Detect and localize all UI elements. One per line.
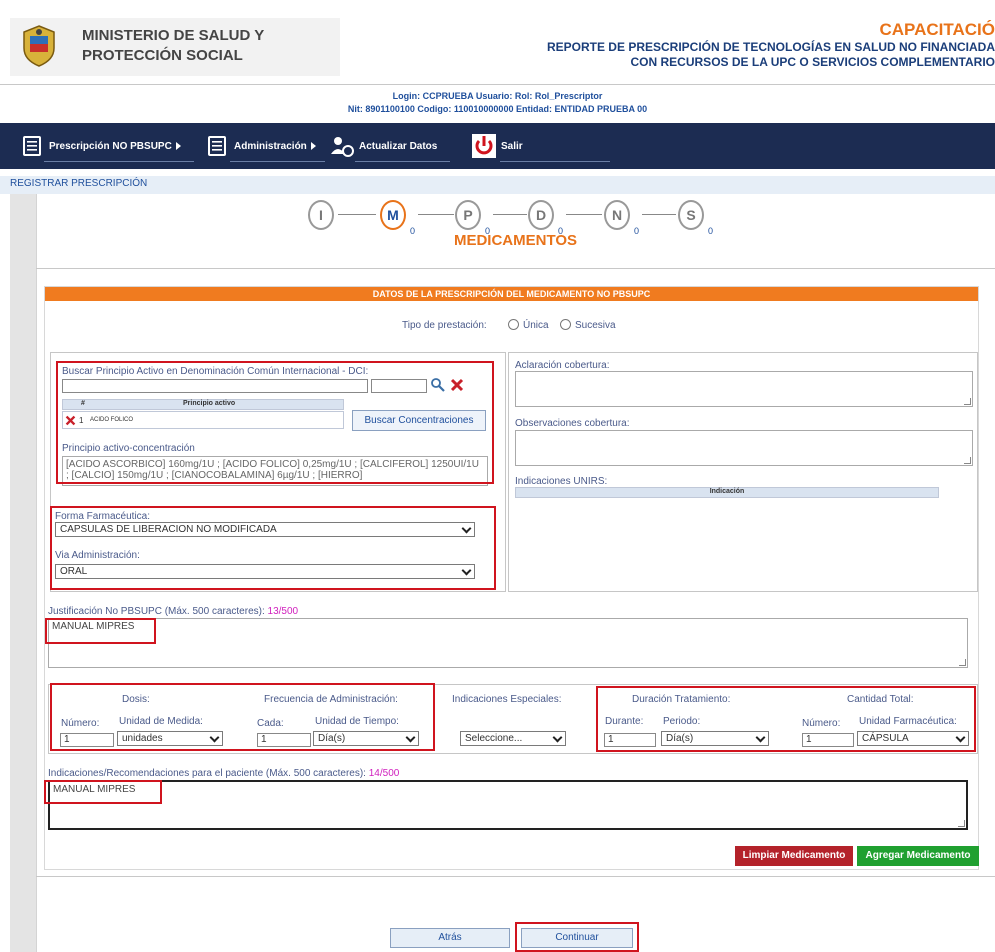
nav-actualizar-label: Actualizar Datos [359, 140, 438, 152]
report-line1: REPORTE DE PRESCRIPCIÓN DE TECNOLOGÍAS E… [546, 40, 995, 54]
nav-administracion[interactable]: Administración [205, 123, 316, 169]
steps-divider [36, 268, 995, 269]
footer-divider [36, 876, 995, 877]
document-icon [23, 136, 41, 156]
step-m-letter: M [387, 207, 399, 223]
aclaracion-label: Aclaración cobertura: [515, 360, 610, 371]
resize-handle[interactable] [964, 398, 971, 405]
justificacion-label-text: Justificación No PBSUPC (Máx. 500 caract… [48, 606, 265, 617]
radio-unica[interactable] [508, 319, 519, 330]
ministry-line1: MINISTERIO DE SALUD Y [82, 27, 265, 44]
form-bar-title: DATOS DE LA PRESCRIPCIÓN DEL MEDICAMENTO… [45, 287, 978, 301]
highlight-duracion-cantidad [596, 686, 976, 752]
nav-prescripcion-label: Prescripción NO PBSUPC [49, 140, 172, 152]
login-line1: Login: CCPRUEBA Usuario: Rol: Rol_Prescr… [392, 91, 603, 101]
chevron-down-icon [552, 732, 563, 743]
justificacion-count: 13/500 [267, 606, 299, 617]
login-info: Login: CCPRUEBA Usuario: Rol: Rol_Prescr… [0, 90, 995, 116]
indicaciones-unirs-label: Indicaciones UNIRS: [515, 476, 608, 487]
nav-underline [500, 161, 610, 162]
main-navbar: Prescripción NO PBSUPC Administración Ac… [0, 123, 995, 169]
nav-underline [355, 161, 450, 162]
nav-arrow-icon [175, 142, 181, 150]
radio-unica-label: Única [523, 320, 549, 331]
step-connector [418, 214, 454, 215]
highlight-forma-via [50, 506, 496, 590]
justificacion-label: Justificación No PBSUPC (Máx. 500 caract… [48, 606, 298, 617]
step-s[interactable]: S [678, 200, 704, 230]
step-s-letter: S [686, 207, 696, 223]
coat-of-arms-icon [23, 25, 55, 67]
step-title: MEDICAMENTOS [453, 232, 578, 249]
recomendaciones-textarea[interactable]: MANUAL MIPRES [48, 780, 968, 830]
step-i-letter: I [319, 207, 323, 223]
aclaracion-textarea[interactable] [515, 371, 973, 407]
observaciones-label: Observaciones cobertura: [515, 418, 630, 429]
resize-handle[interactable] [959, 659, 966, 666]
report-title: REPORTE DE PRESCRIPCIÓN DE TECNOLOGÍAS E… [435, 40, 995, 70]
nav-prescripcion[interactable]: Prescripción NO PBSUPC [20, 123, 181, 169]
indic-esp-title: Indicaciones Especiales: [452, 694, 562, 705]
step-n[interactable]: N [604, 200, 630, 230]
highlight-dosis-frecuencia [50, 683, 435, 751]
ministry-line2: PROTECCIÓN SOCIAL [82, 47, 243, 64]
unirs-table-header: Indicación [515, 487, 939, 498]
nav-salir-label: Salir [501, 140, 523, 152]
header-divider [0, 84, 995, 85]
justificacion-textarea[interactable]: MANUAL MIPRES [48, 618, 968, 668]
ministry-name: MINISTERIO DE SALUD Y PROTECCIÓN SOCIAL [82, 26, 264, 66]
step-connector [493, 214, 527, 215]
radio-sucesiva-label: Sucesiva [575, 320, 616, 331]
step-n-letter: N [611, 207, 623, 223]
indic-esp-select[interactable]: Seleccione... [460, 731, 566, 746]
recomendaciones-label-text: Indicaciones/Recomendaciones para el pac… [48, 768, 366, 779]
nav-salir[interactable]: Salir [472, 123, 523, 169]
user-refresh-icon [331, 137, 354, 157]
left-gutter [10, 194, 36, 952]
capacitacion-title: CAPACITACIÓ [879, 20, 995, 39]
nav-underline [44, 161, 194, 162]
limpiar-medicamento-button[interactable]: Limpiar Medicamento [735, 846, 853, 866]
report-line2: CON RECURSOS DE LA UPC O SERVICIOS COMPL… [630, 55, 995, 69]
nav-actualizar-datos[interactable]: Actualizar Datos [330, 123, 437, 169]
step-connector [338, 214, 376, 215]
highlight-justificacion [45, 618, 156, 644]
step-connector [642, 214, 676, 215]
nav-underline [230, 161, 325, 162]
step-m[interactable]: M [380, 200, 406, 230]
highlight-continuar [515, 922, 639, 952]
tipo-prestacion-label: Tipo de prestación: [402, 320, 487, 331]
step-p-letter: P [463, 207, 473, 223]
step-d[interactable]: D [528, 200, 554, 230]
nav-arrow-icon [310, 142, 316, 150]
radio-sucesiva[interactable] [560, 319, 571, 330]
step-d-letter: D [535, 207, 547, 223]
indicacion-col-header: Indicación [709, 488, 745, 495]
agregar-medicamento-button[interactable]: Agregar Medicamento [857, 846, 979, 866]
observaciones-textarea[interactable] [515, 430, 973, 466]
login-line2: Nit: 8901100100 Codigo: 110010000000 Ent… [347, 104, 648, 114]
step-i[interactable]: I [308, 200, 334, 230]
document-icon [208, 136, 226, 156]
power-icon [472, 134, 496, 158]
step-p[interactable]: P [455, 200, 481, 230]
highlight-recomendaciones [44, 780, 162, 804]
resize-handle[interactable] [958, 820, 965, 827]
resize-handle[interactable] [964, 457, 971, 464]
highlight-buscar [56, 361, 494, 484]
recomendaciones-label: Indicaciones/Recomendaciones para el pac… [48, 768, 399, 779]
section-title: REGISTRAR PRESCRIPCIÓN [0, 176, 995, 194]
indic-esp-value: Seleccione... [465, 733, 523, 744]
ministry-logo-box: MINISTERIO DE SALUD Y PROTECCIÓN SOCIAL [10, 18, 340, 76]
recomendaciones-count: 14/500 [368, 768, 400, 779]
atras-button[interactable]: Atrás [390, 928, 510, 948]
nav-administracion-label: Administración [234, 140, 307, 152]
step-connector [566, 214, 602, 215]
